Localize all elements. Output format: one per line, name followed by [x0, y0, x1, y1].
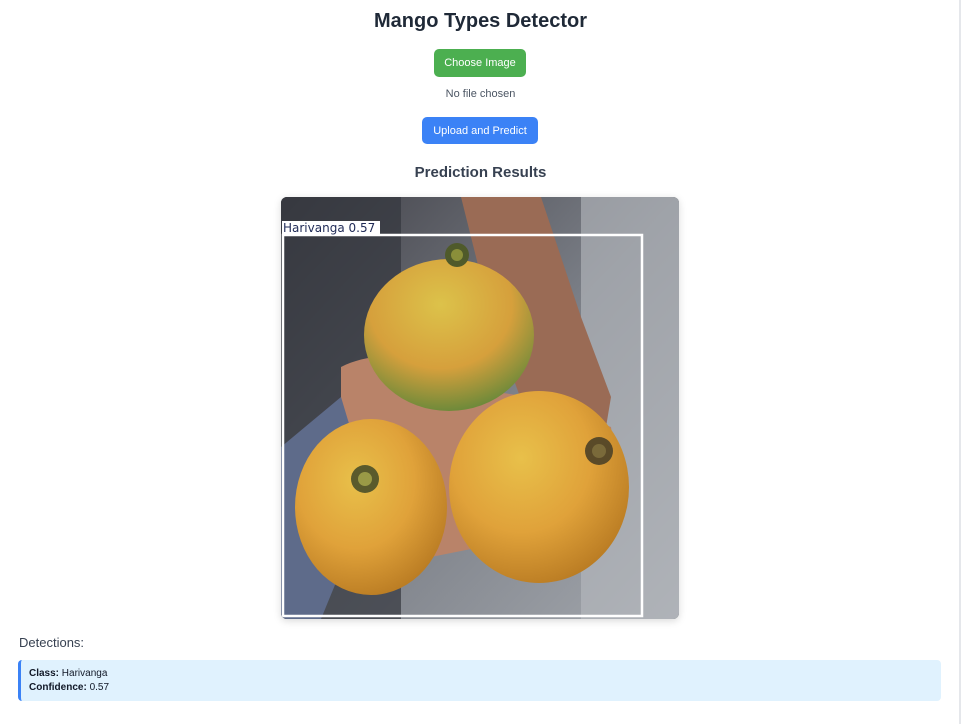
file-status-text: No file chosen — [445, 88, 516, 100]
detection-confidence-label: Confidence: — [29, 682, 87, 693]
detections-heading: Detections: — [19, 635, 85, 650]
detection-class-value: Harivanga — [61, 668, 108, 679]
choose-image-button[interactable]: Choose Image — [434, 49, 526, 77]
detection-confidence-value: 0.57 — [89, 682, 110, 693]
prediction-results-heading: Prediction Results — [414, 164, 547, 181]
detection-confidence-row: Confidence: 0.57 — [29, 681, 933, 695]
upload-and-predict-button[interactable]: Upload and Predict — [422, 117, 538, 144]
detection-class-row: Class: Harivanga — [29, 667, 933, 681]
detection-card: Class: Harivanga Confidence: 0.57 — [18, 660, 941, 701]
bounding-box-label: Harivanga 0.57 — [283, 221, 375, 235]
page-title: Mango Types Detector — [374, 10, 587, 32]
page: Mango Types Detector Choose Image No fil… — [0, 0, 961, 724]
mango-photo-illustration: Harivanga 0.57 — [281, 197, 679, 619]
prediction-result-image: Harivanga 0.57 — [281, 197, 679, 619]
detection-class-label: Class: — [29, 668, 60, 679]
